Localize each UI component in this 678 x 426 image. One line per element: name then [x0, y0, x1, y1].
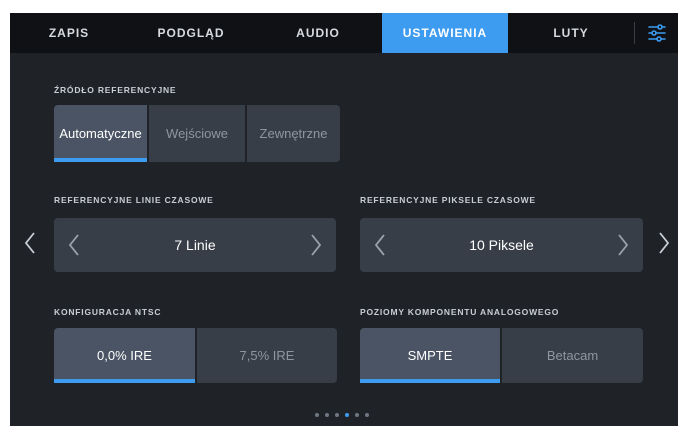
option-wejsciowe[interactable]: Wejściowe: [149, 105, 245, 162]
page-dot[interactable]: [365, 413, 369, 417]
reference-source-selector: Automatyczne Wejściowe Zewnętrzne: [54, 105, 340, 162]
chevron-right-icon: [659, 232, 670, 254]
analog-label: POZIOMY KOMPONENTU ANALOGOWEGO: [360, 307, 560, 317]
ref-lines-decrease[interactable]: [54, 218, 94, 272]
option-zewnetrzne[interactable]: Zewnętrzne: [247, 105, 340, 162]
tab-bar: ZAPIS PODGLĄD AUDIO USTAWIENIA LUTY: [10, 13, 678, 53]
option-0-ire[interactable]: 0,0% IRE: [54, 328, 195, 383]
tab-podglad[interactable]: PODGLĄD: [128, 13, 254, 53]
page-dot[interactable]: [315, 413, 319, 417]
reference-source-label: ŹRÓDŁO REFERENCYJNE: [54, 85, 177, 95]
tab-ustawienia[interactable]: USTAWIENIA: [382, 13, 508, 53]
chevron-right-icon: [311, 234, 322, 256]
ref-pixels-value: 10 Piksele: [469, 237, 534, 253]
settings-screen: ZAPIS PODGLĄD AUDIO USTAWIENIA LUTY ŹRÓD…: [10, 13, 678, 426]
ref-pixels-label: REFERENCYJNE PIKSELE CZASOWE: [360, 195, 536, 205]
tab-zapis[interactable]: ZAPIS: [10, 13, 128, 53]
sliders-button[interactable]: [635, 13, 678, 53]
ref-lines-stepper: 7 Linie: [54, 218, 336, 272]
ref-pixels-increase[interactable]: [603, 218, 643, 272]
page-dot[interactable]: [325, 413, 329, 417]
analog-selector: SMPTE Betacam: [360, 328, 643, 383]
tab-audio[interactable]: AUDIO: [254, 13, 382, 53]
chevron-left-icon: [374, 234, 385, 256]
page-next-button[interactable]: [654, 223, 674, 263]
page-dot[interactable]: [335, 413, 339, 417]
option-automatyczne[interactable]: Automatyczne: [54, 105, 147, 162]
pagination-dots: [315, 413, 369, 417]
option-7-5-ire[interactable]: 7,5% IRE: [197, 328, 337, 383]
page-dot[interactable]: [355, 413, 359, 417]
tab-luty[interactable]: LUTY: [508, 13, 634, 53]
chevron-right-icon: [618, 234, 629, 256]
option-betacam[interactable]: Betacam: [502, 328, 643, 383]
chevron-left-icon: [24, 232, 35, 254]
page-prev-button[interactable]: [20, 223, 40, 263]
ref-pixels-stepper: 10 Piksele: [360, 218, 643, 272]
chevron-left-icon: [68, 234, 79, 256]
ref-lines-value: 7 Linie: [174, 237, 216, 253]
option-smpte[interactable]: SMPTE: [360, 328, 500, 383]
ntsc-label: KONFIGURACJA NTSC: [54, 307, 162, 317]
page-dot-current[interactable]: [345, 413, 349, 417]
ntsc-selector: 0,0% IRE 7,5% IRE: [54, 328, 337, 383]
sliders-icon: [647, 24, 666, 42]
ref-lines-label: REFERENCYJNE LINIE CZASOWE: [54, 195, 214, 205]
ref-pixels-decrease[interactable]: [360, 218, 400, 272]
ref-lines-increase[interactable]: [296, 218, 336, 272]
